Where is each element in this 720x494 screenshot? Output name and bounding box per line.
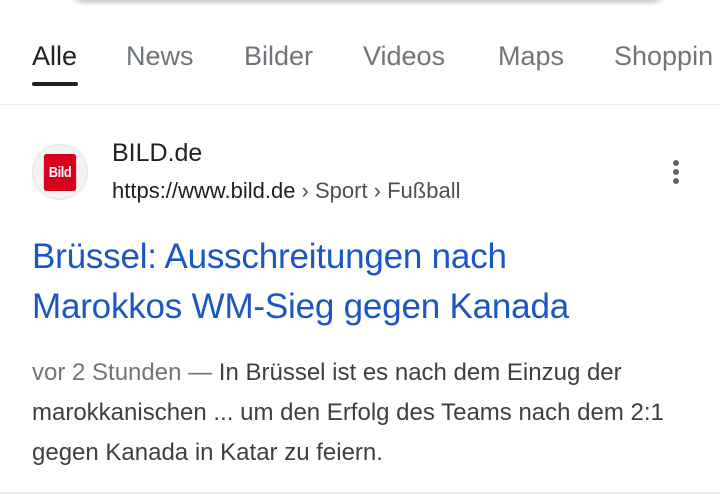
menu-dot: [673, 178, 679, 184]
menu-dot: [673, 160, 679, 166]
site-name[interactable]: BILD.de: [112, 138, 202, 168]
tab-all[interactable]: Alle: [32, 40, 77, 72]
site-url[interactable]: https://www.bild.de › Sport › Fußball: [112, 177, 460, 205]
tab-maps[interactable]: Maps: [498, 40, 564, 72]
site-favicon[interactable]: Bild: [32, 144, 88, 200]
more-vert-icon[interactable]: [664, 156, 688, 188]
menu-dot: [673, 169, 679, 175]
tab-shopping[interactable]: Shoppin: [614, 40, 713, 72]
result-date: vor 2 Stunden: [32, 359, 182, 386]
tab-images[interactable]: Bilder: [244, 40, 313, 72]
result-snippet: vor 2 Stunden — In Brüssel ist es nach d…: [32, 353, 682, 473]
search-results-page: Alle News Bilder Videos Maps Shoppin Bil…: [0, 0, 720, 494]
result-title-line-1: Brüssel: Ausschreitungen nach: [32, 237, 507, 276]
bild-logo-icon: Bild: [43, 154, 77, 191]
search-result-card: Bild BILD.de https://www.bild.de › Sport…: [0, 104, 720, 494]
tab-videos[interactable]: Videos: [363, 40, 445, 72]
url-breadcrumb: › Sport › Fußball: [295, 178, 461, 203]
result-title-line-2: Marokkos WM-Sieg gegen Kanada: [32, 287, 569, 326]
tab-news[interactable]: News: [126, 40, 194, 72]
active-tab-indicator: [32, 82, 78, 86]
search-tabs: Alle News Bilder Videos Maps Shoppin: [0, 0, 720, 105]
url-text: https://www.bild.de: [112, 178, 296, 203]
result-title-link[interactable]: Brüssel: Ausschreitungen nach Marokkos W…: [32, 232, 692, 332]
date-separator: —: [181, 359, 219, 386]
